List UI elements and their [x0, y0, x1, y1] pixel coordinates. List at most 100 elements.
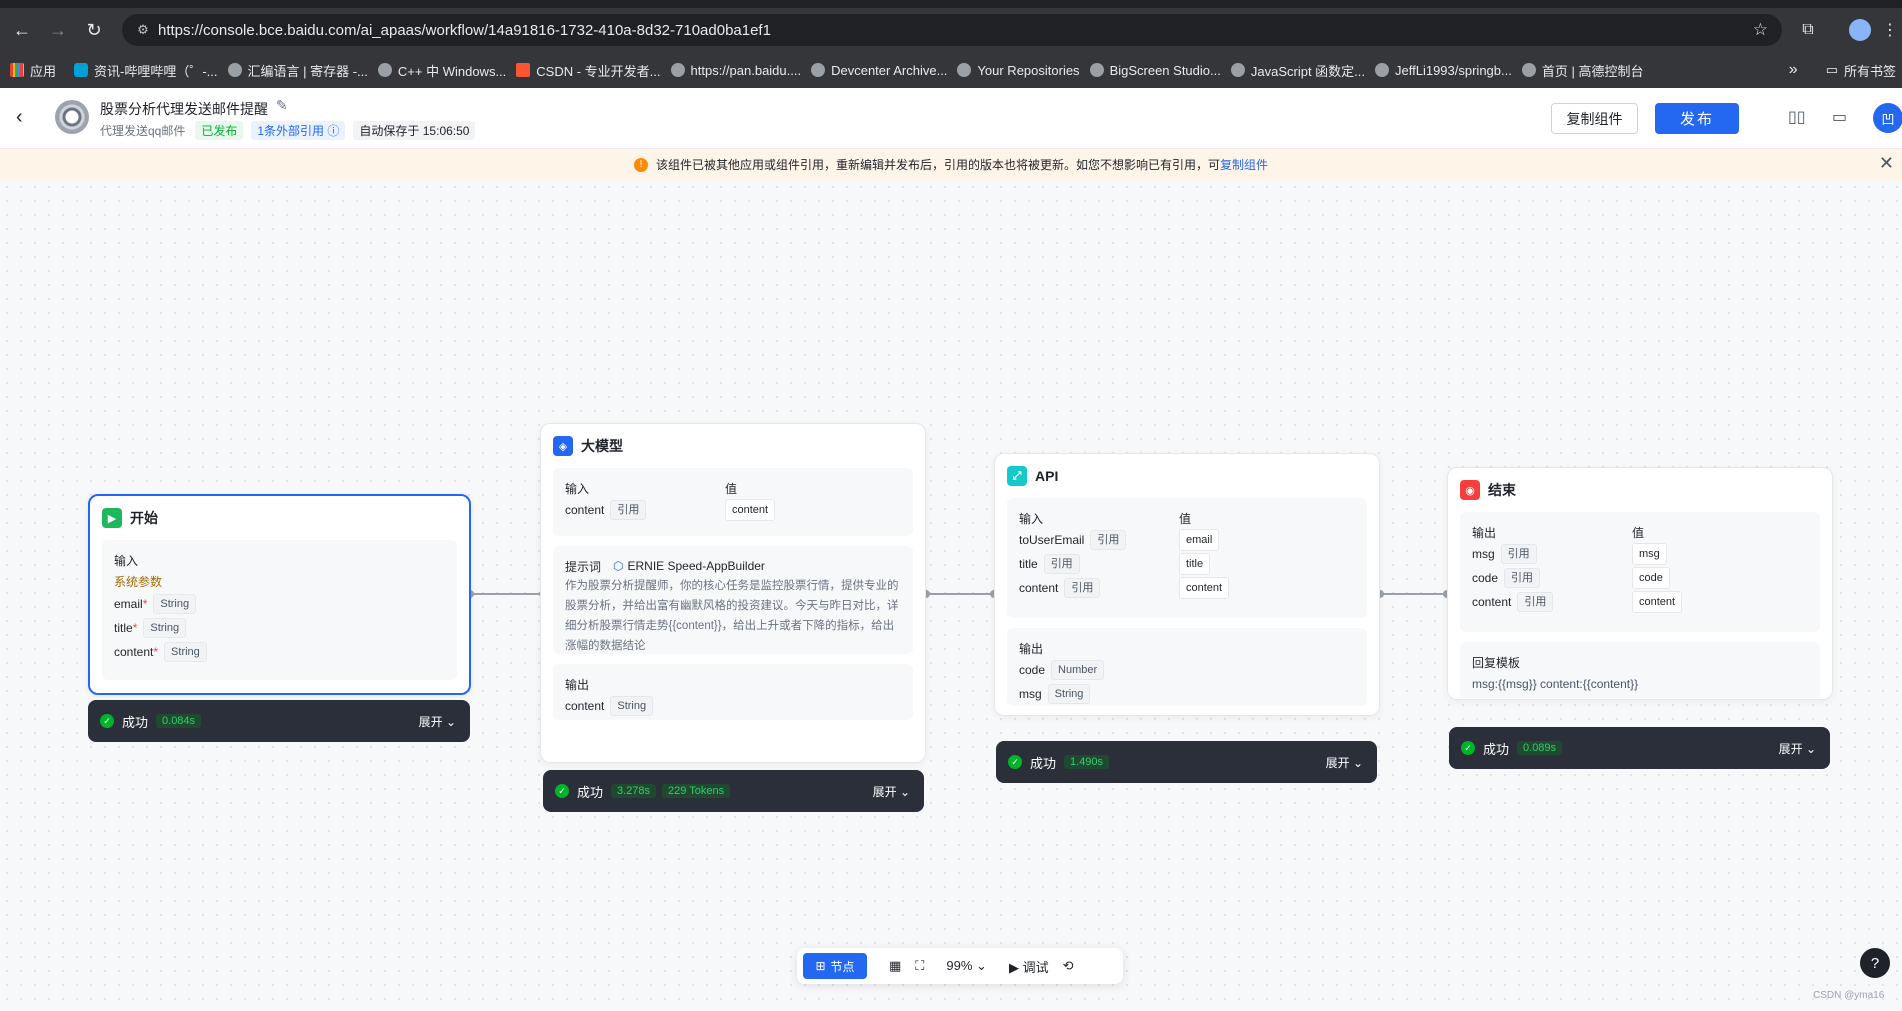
input-label: 输入: [114, 553, 139, 568]
check-circle-icon: ✓: [1008, 755, 1022, 769]
llm-node[interactable]: ◈ 大模型 输入 值 content 引用 content 提示词 ⬡ ERNIE Spee…: [540, 423, 926, 763]
bookmark-repos[interactable]: Your Repositories: [957, 63, 1080, 78]
value-label: 值: [1179, 511, 1192, 526]
output-label: 输出: [1472, 525, 1497, 540]
debug-button[interactable]: ▶ 调试: [1009, 957, 1049, 976]
value-label: 值: [725, 481, 738, 496]
reload-icon[interactable]: ↻: [80, 16, 108, 44]
edit-pencil-icon[interactable]: ✎: [276, 97, 288, 114]
bookmark-js[interactable]: JavaScript 函数定...: [1230, 61, 1365, 80]
bookmark-amap[interactable]: 首页 | 高德控制台: [1521, 61, 1643, 80]
layout-grid-icon[interactable]: ▦: [889, 958, 901, 974]
value-label: 值: [1632, 525, 1645, 540]
end-run-status: ✓ 成功 0.089s 展开 ⌄: [1449, 727, 1830, 769]
watermark: CSDN @yma16: [1813, 990, 1885, 1001]
start-node[interactable]: ▶ 开始 输入 系统参数 email * String title * String co…: [88, 494, 471, 695]
reference-label: 1条外部引用: [257, 124, 325, 138]
input-label: 输入: [565, 481, 590, 496]
model-name: ERNIE Speed-AppBuilder: [627, 559, 765, 573]
expand-button[interactable]: 展开 ⌄: [419, 713, 456, 730]
all-bookmarks[interactable]: 所有书签: [1844, 61, 1896, 80]
system-params-label: 系统参数: [114, 574, 163, 589]
tab-strip: [0, 0, 1902, 8]
publish-button[interactable]: 发布: [1655, 103, 1739, 134]
forward-arrow-icon[interactable]: →: [44, 16, 72, 44]
expand-button[interactable]: 展开 ⌄: [873, 783, 910, 800]
status-text: 成功: [122, 714, 149, 730]
help-button[interactable]: ?: [1860, 948, 1890, 978]
globe-icon: [957, 63, 972, 77]
extensions-icon[interactable]: ⧉: [1794, 16, 1822, 44]
bookmark-springboot[interactable]: JeffLi1993/springb...: [1375, 63, 1512, 78]
history-icon[interactable]: ⟲: [1063, 958, 1074, 974]
status-text: 成功: [1030, 755, 1057, 771]
type-pill: String: [610, 696, 654, 716]
comment-icon[interactable]: ▭: [1832, 107, 1847, 127]
csdn-icon: [516, 63, 531, 77]
bookmark-devcenter[interactable]: Devcenter Archive...: [811, 63, 947, 78]
copy-component-button[interactable]: 复制组件: [1551, 103, 1638, 134]
bookmark-bigscreen[interactable]: BigScreen Studio...: [1089, 63, 1221, 78]
zoom-select[interactable]: 99% ⌄: [946, 958, 987, 974]
user-avatar[interactable]: 凹: [1873, 103, 1902, 133]
profile-avatar[interactable]: [1846, 16, 1874, 44]
help-circle-icon: ⓘ: [327, 124, 340, 138]
bookmark-pan[interactable]: https://pan.baidu....: [670, 63, 801, 78]
component-avatar: [55, 100, 89, 134]
api-link-icon: ⤢: [1007, 466, 1027, 486]
globe-icon: [377, 63, 392, 77]
apps-grid-icon: [10, 63, 24, 77]
plus-square-icon: ⊞: [815, 959, 826, 973]
play-icon: ▶: [102, 508, 122, 528]
template-label: 回复模板: [1472, 655, 1521, 670]
output-label: 输出: [565, 677, 590, 692]
bookmarks-bar: 应用 资讯-哔哩哔哩（゜-... 汇编语言 | 寄存器 -... C++ 中 W…: [0, 56, 1902, 84]
api-run-status: ✓ 成功 1.490s 展开 ⌄: [996, 741, 1377, 783]
expand-button[interactable]: 展开 ⌄: [1326, 754, 1363, 771]
bookmark-apps[interactable]: 应用: [10, 61, 56, 80]
warning-icon: !: [633, 157, 648, 172]
param-row: email * String: [114, 592, 445, 616]
bookmark-cpp[interactable]: C++ 中 Windows...: [377, 61, 506, 80]
end-node[interactable]: ◉ 结束 输出值 msg 引用 msg code 引用 code content 引用 con…: [1447, 467, 1833, 700]
browser-toolbar: ← → ↻ ⚙ https://console.bce.baidu.com/ai…: [0, 8, 1902, 52]
status-text: 成功: [577, 784, 604, 800]
fit-view-icon[interactable]: ⛶: [915, 958, 924, 974]
folder-icon: ▭: [1825, 62, 1838, 77]
tokens-badge: 229 Tokens: [662, 784, 731, 798]
globe-icon: [1521, 63, 1536, 77]
node-title: API: [1035, 468, 1059, 484]
time-badge: 0.084s: [156, 714, 202, 728]
api-node[interactable]: ⤢ API 输入值 toUserEmail 引用 email title 引用 title…: [994, 453, 1380, 716]
expand-button[interactable]: 展开 ⌄: [1779, 740, 1816, 757]
param-row: content * String: [114, 640, 445, 664]
time-badge: 3.278s: [611, 784, 657, 798]
menu-icon[interactable]: ⋮: [1876, 16, 1902, 44]
address-bar[interactable]: ⚙ https://console.bce.baidu.com/ai_apaas…: [122, 14, 1782, 46]
workflow-canvas[interactable]: ▶ 开始 输入 系统参数 email * String title * String co…: [0, 180, 1902, 1011]
globe-icon: [1089, 63, 1104, 77]
back-chevron-icon[interactable]: ‹: [16, 106, 23, 129]
close-icon[interactable]: ✕: [1879, 153, 1894, 174]
bookmarks-more-icon[interactable]: »: [1789, 61, 1798, 79]
book-icon[interactable]: ▯▯: [1788, 107, 1806, 127]
status-text: 成功: [1483, 741, 1510, 757]
app-header: ‹ 股票分析代理发送邮件提醒 ✎ 代理发送qq邮件 已发布 1条外部引用 ⓘ 自…: [0, 88, 1902, 149]
add-node-button[interactable]: ⊞ 节点: [803, 953, 867, 979]
bookmark-bilibili[interactable]: 资讯-哔哩哔哩（゜-...: [74, 61, 218, 80]
input-name: content: [565, 503, 605, 517]
param-row: title * String: [114, 616, 445, 640]
node-title: 大模型: [581, 438, 623, 454]
bookmark-csdn[interactable]: CSDN - 专业开发者...: [516, 61, 661, 80]
bookmark-star-icon[interactable]: ☆: [1753, 20, 1768, 40]
url-text: https://console.bce.baidu.com/ai_apaas/w…: [158, 21, 771, 39]
reference-badge[interactable]: 1条外部引用 ⓘ: [251, 121, 346, 140]
page-subtitle: 代理发送qq邮件: [100, 124, 186, 138]
back-arrow-icon[interactable]: ←: [8, 16, 36, 44]
bilibili-icon: [74, 63, 89, 77]
globe-icon: [227, 63, 242, 77]
site-settings-icon[interactable]: ⚙: [128, 22, 158, 38]
time-badge: 1.490s: [1064, 755, 1110, 769]
bookmark-asm[interactable]: 汇编语言 | 寄存器 -...: [227, 61, 368, 80]
notice-copy-link[interactable]: 复制组件: [1220, 156, 1268, 173]
